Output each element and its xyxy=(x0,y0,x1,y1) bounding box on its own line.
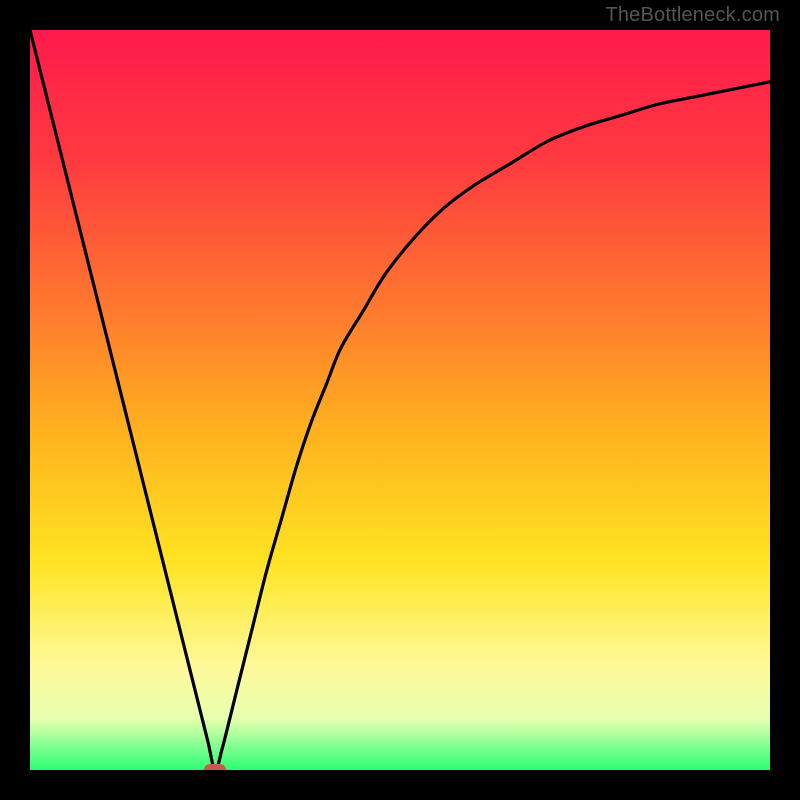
chart-frame: TheBottleneck.com xyxy=(0,0,800,800)
plot-area xyxy=(30,30,770,770)
attribution-text: TheBottleneck.com xyxy=(605,4,780,27)
min-point-marker xyxy=(204,764,226,770)
bottleneck-curve xyxy=(30,30,770,770)
